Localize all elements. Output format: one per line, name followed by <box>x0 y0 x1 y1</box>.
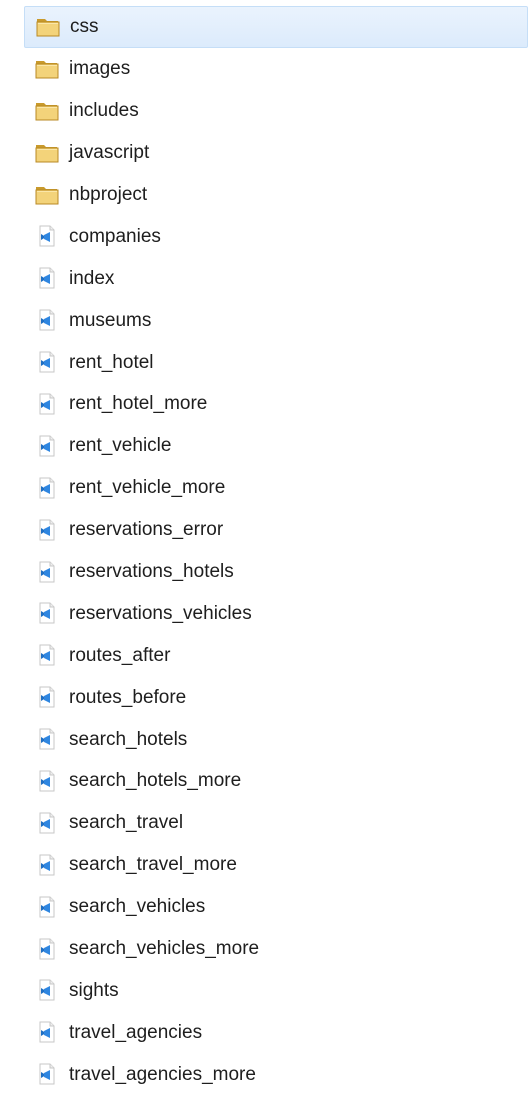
item-label: search_travel <box>69 812 184 834</box>
netbeans-file-icon <box>33 851 61 879</box>
item-label: includes <box>69 100 139 122</box>
item-label: routes_after <box>69 644 171 666</box>
item-label: travel_agencies_more <box>69 1063 256 1085</box>
netbeans-file-icon <box>33 1018 61 1046</box>
file-item[interactable]: reservations_hotels <box>24 551 528 593</box>
netbeans-file-icon <box>33 558 61 586</box>
file-item[interactable]: routes_after <box>24 634 528 676</box>
file-item[interactable]: search_travel <box>24 802 528 844</box>
folder-icon <box>34 13 62 41</box>
file-item[interactable]: search_vehicles <box>24 886 528 928</box>
file-item[interactable]: search_hotels <box>24 718 528 760</box>
folder-icon <box>33 139 61 167</box>
file-item[interactable]: museums <box>24 299 528 341</box>
folder-item[interactable]: nbproject <box>24 174 528 216</box>
item-label: index <box>69 267 115 289</box>
item-label: nbproject <box>69 184 148 205</box>
file-item[interactable]: search_hotels_more <box>24 760 528 802</box>
netbeans-file-icon <box>33 683 61 711</box>
item-label: travel_agencies <box>69 1021 203 1043</box>
file-list: css images includes javascript nbproject… <box>24 6 528 1095</box>
item-label: rent_hotel <box>69 351 154 373</box>
file-item[interactable]: rent_vehicle <box>24 425 528 467</box>
file-item[interactable]: reservations_error <box>24 509 528 551</box>
netbeans-file-icon <box>33 306 61 334</box>
folder-item[interactable]: images <box>24 48 528 90</box>
file-item[interactable]: rent_hotel_more <box>24 383 528 425</box>
file-item[interactable]: rent_hotel <box>24 341 528 383</box>
netbeans-file-icon <box>33 348 61 376</box>
netbeans-file-icon <box>33 222 61 250</box>
netbeans-file-icon <box>33 1060 61 1088</box>
item-label: reservations_hotels <box>69 561 234 583</box>
item-label: search_hotels_more <box>69 770 242 792</box>
folder-icon <box>33 181 61 209</box>
netbeans-file-icon <box>33 390 61 418</box>
item-label: search_travel_more <box>69 854 237 876</box>
item-label: javascript <box>69 142 150 164</box>
file-item[interactable]: search_vehicles_more <box>24 928 528 970</box>
netbeans-file-icon <box>33 264 61 292</box>
item-label: search_vehicles_more <box>69 938 260 960</box>
item-label: search_vehicles <box>69 896 206 918</box>
item-label: reservations_vehicles <box>69 602 252 624</box>
netbeans-file-icon <box>33 767 61 795</box>
netbeans-file-icon <box>33 809 61 837</box>
netbeans-file-icon <box>33 516 61 544</box>
item-label: search_hotels <box>69 728 188 750</box>
file-item[interactable]: travel_agencies_more <box>24 1053 528 1095</box>
netbeans-file-icon <box>33 641 61 669</box>
file-item[interactable]: reservations_vehicles <box>24 592 528 634</box>
item-label: css <box>70 16 99 38</box>
netbeans-file-icon <box>33 432 61 460</box>
file-item[interactable]: index <box>24 257 528 299</box>
netbeans-file-icon <box>33 474 61 502</box>
item-label: rent_vehicle_more <box>69 477 226 499</box>
folder-item[interactable]: css <box>24 6 528 48</box>
netbeans-file-icon <box>33 976 61 1004</box>
file-item[interactable]: companies <box>24 215 528 257</box>
item-label: museums <box>69 309 152 331</box>
file-item[interactable]: rent_vehicle_more <box>24 467 528 509</box>
netbeans-file-icon <box>33 935 61 963</box>
folder-icon <box>33 55 61 83</box>
netbeans-file-icon <box>33 725 61 753</box>
item-label: companies <box>69 225 161 247</box>
item-label: reservations_error <box>69 519 224 541</box>
item-label: routes_before <box>69 686 187 708</box>
netbeans-file-icon <box>33 599 61 627</box>
file-item[interactable]: travel_agencies <box>24 1011 528 1053</box>
folder-icon <box>33 97 61 125</box>
file-item[interactable]: sights <box>24 969 528 1011</box>
item-label: sights <box>69 979 119 1001</box>
file-item[interactable]: routes_before <box>24 676 528 718</box>
folder-item[interactable]: includes <box>24 90 528 132</box>
netbeans-file-icon <box>33 893 61 921</box>
file-item[interactable]: search_travel_more <box>24 844 528 886</box>
item-label: images <box>69 58 131 80</box>
folder-item[interactable]: javascript <box>24 132 528 174</box>
item-label: rent_hotel_more <box>69 393 208 415</box>
item-label: rent_vehicle <box>69 435 172 457</box>
